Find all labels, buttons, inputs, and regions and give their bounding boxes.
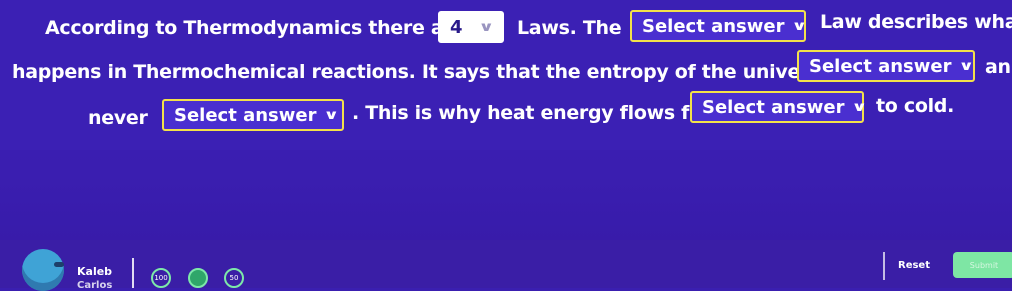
question-text-line3-part2: . This is why heat energy flows from [352,102,731,124]
question-text-line3-part3: to cold. [876,95,954,117]
quiz-stage: According to Thermodynamics there are 4 … [0,0,1012,291]
score-badge-3: 50 [224,268,244,288]
question-text-line1-part3: Law describes what [820,11,1012,33]
chevron-down-icon: ∨ [851,99,868,115]
footer-divider [132,258,134,288]
question-text-line2-part1: happens in Thermochemical reactions. It … [12,61,911,83]
chevron-down-icon: ∨ [958,58,975,74]
chevron-down-icon: ∨ [791,18,808,34]
dropdown-never-option[interactable]: Select answer ∨ [162,99,344,131]
submit-button[interactable]: Submit [953,252,1012,278]
score-badge-2 [188,268,208,288]
question-text-line3-part1: never [88,107,148,129]
dropdown-law-count-value: 4 [450,16,463,38]
question-text-line1-part2: Laws. The [517,17,622,39]
avatar-eye [54,262,64,267]
user-avatar-icon [22,249,64,291]
chevron-down-icon: ∨ [323,107,340,123]
score-badge-1: 100 [151,268,171,288]
dropdown-law-count[interactable]: 4 ∨ [438,11,504,43]
question-text-line1-part1: According to Thermodynamics there are [45,17,466,39]
dropdown-heat-source-label: Select answer [702,96,845,118]
question-text-line2-part2: an [985,56,1011,78]
user-name: Kaleb [77,265,113,278]
dropdown-heat-source[interactable]: Select answer ∨ [690,91,868,123]
dropdown-never-option-label: Select answer [174,104,317,126]
dropdown-entropy-behavior[interactable]: Select answer ∨ [797,50,975,82]
footer-divider-right [883,252,885,280]
reset-button[interactable]: Reset [898,260,930,271]
dropdown-entropy-behavior-label: Select answer [809,55,952,77]
dropdown-which-law-label: Select answer [642,15,785,37]
chevron-down-icon: ∨ [478,19,495,35]
dropdown-which-law[interactable]: Select answer ∨ [630,10,808,42]
user-surname: Carlos [77,280,113,291]
